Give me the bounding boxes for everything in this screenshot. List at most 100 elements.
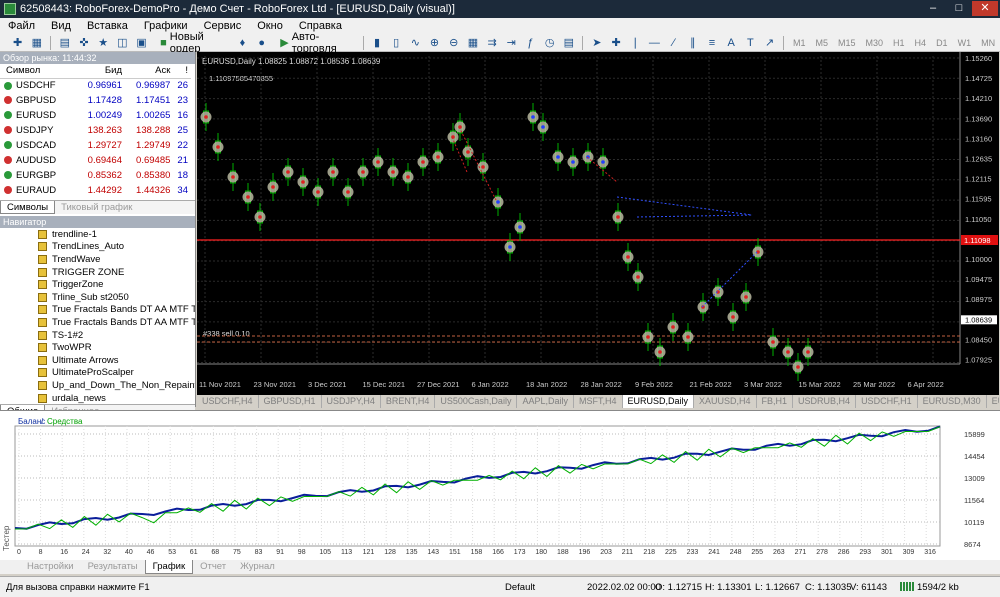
autoscroll-icon[interactable]: ⇉ [486,36,499,50]
timeframe-h4[interactable]: H4 [915,38,927,48]
horizontal-line-icon[interactable]: — [648,36,661,50]
menu-file[interactable]: Файл [0,20,43,32]
navigator-item[interactable]: TRIGGER ZONE [38,266,195,279]
profiles-icon[interactable]: ▦ [30,36,43,50]
metaeditor-icon[interactable]: ♦ [236,36,249,50]
navigator-item[interactable]: True Fractals Bands DT AA MTF TT [38,316,195,329]
chart-tab[interactable]: EURUSD,Daily [622,395,695,408]
cursor-icon[interactable]: ➤ [590,36,603,50]
navigator-icon[interactable]: ★ [97,36,110,50]
trendline-icon[interactable]: ∕ [667,36,680,50]
timeframe-m30[interactable]: M30 [866,38,884,48]
chart-shift-icon[interactable]: ⇥ [505,36,518,50]
chart-tab[interactable]: EURUSD,M30 [918,395,987,408]
channel-icon[interactable]: ∥ [686,36,699,50]
auto-trading-button[interactable]: ▶ Авто-торговля [277,31,352,55]
tab-results[interactable]: Результаты [81,560,145,574]
navigator-item[interactable]: trendline-1 [38,228,195,241]
chart-tab[interactable]: USDCHF,H1 [856,395,918,408]
periods-icon[interactable]: ◷ [543,36,556,50]
fibonacci-icon[interactable]: ≡ [705,36,718,50]
navigator-item[interactable]: TrendLines_Auto [38,241,195,254]
timeframe-d1[interactable]: D1 [936,38,948,48]
new-order-icon: ■ [160,36,167,49]
tile-windows-icon[interactable]: ▦ [466,36,479,50]
col-bid[interactable]: Бид [76,64,125,79]
indicator-icon [38,267,47,277]
navigator-item[interactable]: Ultimate Arrows [38,354,195,367]
chart-tab[interactable]: BRENT,H4 [381,395,436,408]
tab-symbols[interactable]: Символы [0,201,56,214]
signals-icon[interactable]: ● [255,36,268,50]
arrow-marker [636,275,640,279]
close-button[interactable]: ✕ [972,1,998,16]
navigator-item[interactable]: Trline_Sub st2050 [38,291,195,304]
status-open: O: 1.12715 [655,582,703,593]
zoom-out-icon[interactable]: ⊖ [447,36,460,50]
tab-tick-chart[interactable]: Тиковый график [55,201,138,214]
chart-tab[interactable]: XAUUSD,H4 [694,395,757,408]
market-watch-row[interactable]: EURAUD 1.44292 1.44326 34 [0,183,191,198]
timeframe-m5[interactable]: M5 [815,38,828,48]
candles-icon[interactable]: ▯ [390,36,403,50]
market-watch-row[interactable]: GBPUSD 1.17428 1.17451 23 [0,93,191,108]
tab-graph[interactable]: График [144,560,194,574]
chart-tab[interactable]: USDCHF,H4 [197,395,259,408]
bar-chart-icon[interactable]: ▮ [370,36,383,50]
market-watch-row[interactable]: USDJPY 138.263 138.288 25 [0,123,191,138]
tester-icon[interactable]: ▣ [135,36,148,50]
chart-tab[interactable]: USDJPY,H4 [322,395,381,408]
chart-tab[interactable]: US500Cash,Daily [435,395,518,408]
col-symbol[interactable]: Символ [0,64,77,79]
menu-insert[interactable]: Вставка [79,20,136,32]
navigator-item[interactable]: TriggerZone [38,278,195,291]
label-icon[interactable]: T [744,36,757,50]
vertical-line-icon[interactable]: ❘ [629,36,642,50]
templates-icon[interactable]: ▤ [562,36,575,50]
navigator-item[interactable]: urdala_news [38,392,195,404]
chart-tab[interactable]: FB,H1 [757,395,794,408]
data-window-icon[interactable]: ✜ [77,36,90,50]
tab-journal[interactable]: Журнал [233,560,282,574]
timeframe-m15[interactable]: M15 [838,38,856,48]
indicators-icon[interactable]: ƒ [524,36,537,50]
col-spread[interactable]: ! [173,64,191,79]
navigator-item[interactable]: TwoWPR [38,341,195,354]
chart-tab[interactable]: AAPL,Daily [517,395,574,408]
chart-tab[interactable]: MSFT,H4 [574,395,623,408]
market-watch-row[interactable]: USDCHF 0.96961 0.96987 26 [0,78,191,93]
market-watch-row[interactable]: EURGBP 0.85362 0.85380 18 [0,168,191,183]
timeframe-mn[interactable]: MN [981,38,995,48]
line-chart-icon[interactable]: ∿ [409,36,422,50]
market-watch-row[interactable]: AUDUSD 0.69464 0.69485 21 [0,153,191,168]
chart-window[interactable]: EURUSD,Daily 1.08825 1.08872 1.08536 1.0… [197,52,999,395]
market-watch-row[interactable]: EURUSD 1.00249 1.00265 16 [0,108,191,123]
arrows-icon[interactable]: ↗ [763,36,776,50]
menu-view[interactable]: Вид [43,20,79,32]
col-ask[interactable]: Аск [125,64,174,79]
price-chart[interactable]: EURUSD,Daily 1.08825 1.08872 1.08536 1.0… [197,52,999,395]
timeframe-w1[interactable]: W1 [958,38,972,48]
navigator-item[interactable]: Up_and_Down_The_Non_Repaint_V [38,379,195,392]
market-watch-row[interactable]: USDCAD 1.29727 1.29749 22 [0,138,191,153]
navigator-item[interactable]: True Fractals Bands DT AA MTF TT [38,304,195,317]
tab-settings[interactable]: Настройки [20,560,81,574]
chart-tab[interactable]: USDRUB,H4 [793,395,857,408]
timeframe-h1[interactable]: H1 [893,38,905,48]
maximize-button[interactable]: □ [946,1,972,16]
new-chart-icon[interactable]: ✚ [11,36,24,50]
zoom-in-icon[interactable]: ⊕ [428,36,441,50]
navigator-item[interactable]: UltimateProScalper [38,367,195,380]
timeframe-m1[interactable]: M1 [793,38,806,48]
new-order-button[interactable]: ■ Новый ордер [157,31,227,55]
terminal-icon[interactable]: ◫ [116,36,129,50]
chart-tab[interactable]: EUR [987,395,999,408]
chart-tab[interactable]: GBPUSD,H1 [259,395,322,408]
market-watch-icon[interactable]: ▤ [58,36,71,50]
text-icon[interactable]: A [725,36,738,50]
crosshair-icon[interactable]: ✚ [609,36,622,50]
minimize-button[interactable]: – [920,1,946,16]
navigator-item[interactable]: TrendWave [38,253,195,266]
navigator-item[interactable]: TS-1#2 [38,329,195,342]
tab-report[interactable]: Отчет [193,560,233,574]
